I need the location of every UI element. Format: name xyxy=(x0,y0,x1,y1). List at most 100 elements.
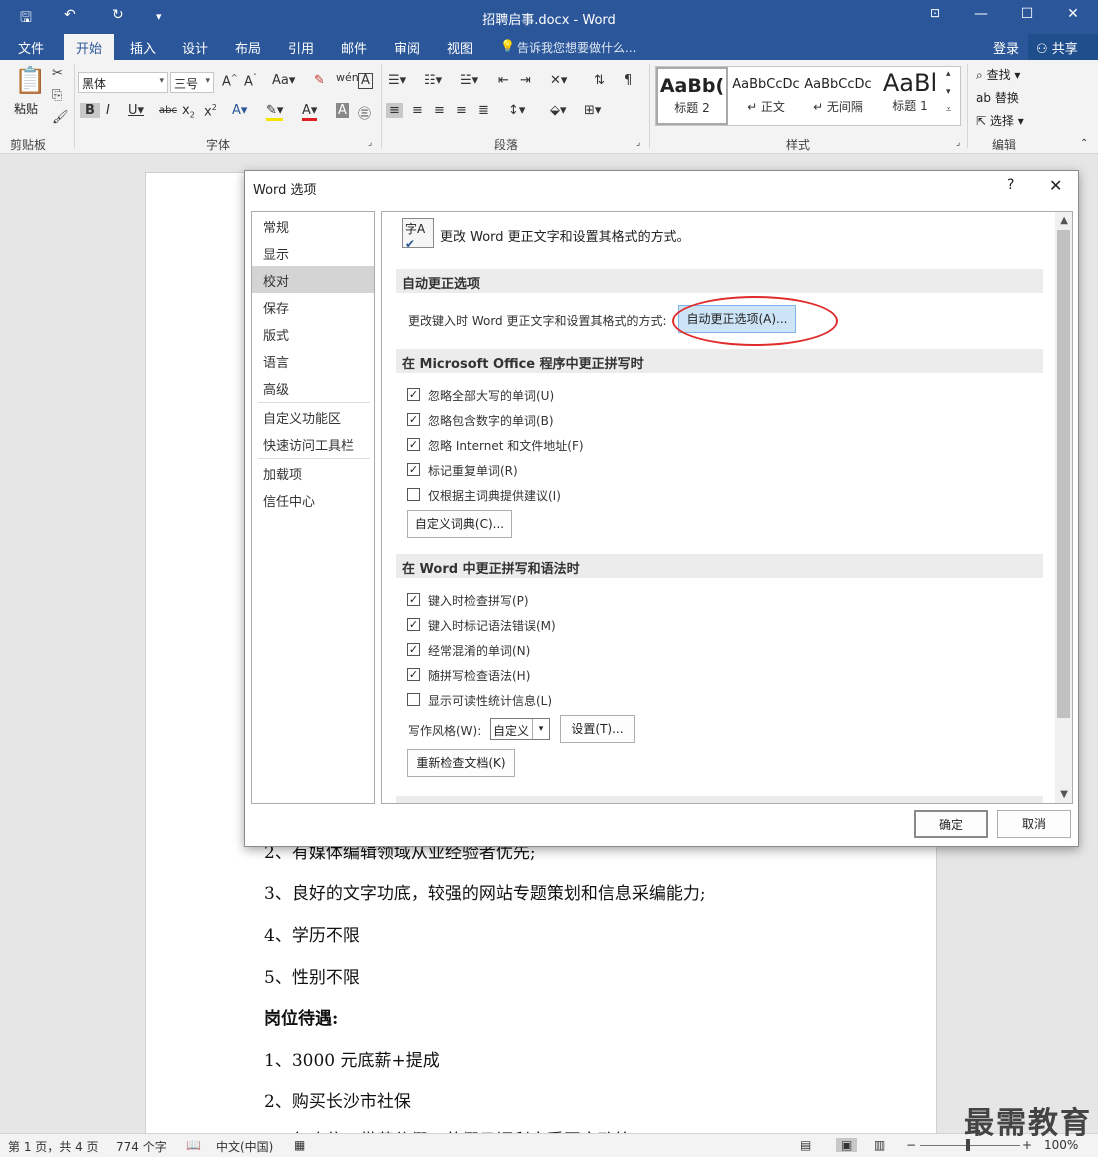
help-button[interactable]: ? xyxy=(1007,177,1014,193)
line-spacing-icon[interactable]: ↕▾ xyxy=(508,103,525,118)
align-center-icon[interactable]: ≡ xyxy=(412,103,423,118)
shading-icon[interactable]: ⬙▾ xyxy=(550,103,567,118)
checkbox-check-icon[interactable]: ✓ xyxy=(407,438,420,451)
bold-icon[interactable]: B xyxy=(80,103,100,118)
language-status[interactable]: 中文(中国) xyxy=(216,1138,273,1155)
tab-layout[interactable]: 布局 xyxy=(235,38,261,57)
zoom-out-icon[interactable]: − xyxy=(906,1138,916,1152)
share-button[interactable]: ⚇ 共享 xyxy=(1028,34,1098,60)
tab-mailings[interactable]: 邮件 xyxy=(341,38,367,57)
print-layout-icon[interactable]: ▣ xyxy=(836,1138,858,1152)
nav-addins[interactable]: 加载项 xyxy=(252,459,374,486)
tab-file[interactable]: 文件 xyxy=(18,38,44,57)
nav-language[interactable]: 语言 xyxy=(252,347,374,374)
styles-scroll-up-icon[interactable]: ▴ xyxy=(946,69,951,79)
maximize-icon[interactable]: ☐ xyxy=(1012,6,1042,22)
paste-button[interactable]: 粘贴 xyxy=(14,100,38,117)
styles-more-icon[interactable]: ⩡ xyxy=(946,105,951,115)
word-count[interactable]: 774 个字 xyxy=(116,1138,167,1155)
nav-display[interactable]: 显示 xyxy=(252,239,374,266)
text-effects-icon[interactable]: A▾ xyxy=(232,103,247,118)
copy-icon[interactable]: ⎘ xyxy=(52,88,62,103)
zoom-slider[interactable] xyxy=(920,1145,1020,1146)
checkbox-empty[interactable] xyxy=(407,693,420,706)
decrease-indent-icon[interactable]: ⇤ xyxy=(498,73,509,88)
ribbon-display-icon[interactable]: ⊡ xyxy=(920,6,950,20)
nav-save[interactable]: 保存 xyxy=(252,293,374,320)
tab-insert[interactable]: 插入 xyxy=(130,38,156,57)
distributed-icon[interactable]: ≣ xyxy=(478,103,489,118)
font-dialog-launcher-icon[interactable]: ⌟ xyxy=(368,138,372,148)
nav-customize-ribbon[interactable]: 自定义功能区 xyxy=(252,403,374,430)
read-mode-icon[interactable]: ▤ xyxy=(800,1138,811,1152)
style-heading1[interactable]: AaBl 标题 1 xyxy=(874,67,946,125)
checkbox-check-icon[interactable]: ✓ xyxy=(407,413,420,426)
enclose-char-icon[interactable]: ㊂ xyxy=(358,103,371,122)
increase-indent-icon[interactable]: ⇥ xyxy=(520,73,531,88)
align-right-icon[interactable]: ≡ xyxy=(434,103,445,118)
paragraph-dialog-launcher-icon[interactable]: ⌟ xyxy=(636,138,640,148)
strikethrough-icon[interactable]: abc xyxy=(159,105,177,116)
nav-general[interactable]: 常规 xyxy=(252,212,374,239)
style-normal[interactable]: AaBbCcDc ↵ 正文 xyxy=(730,67,802,125)
style-heading2[interactable]: AaBb(标题 2 xyxy=(656,67,728,125)
chinese-layout-icon[interactable]: ✕▾ xyxy=(550,73,567,88)
proofing-icon[interactable]: 📖 xyxy=(186,1138,201,1152)
style-no-spacing[interactable]: AaBbCcDc ↵ 无间隔 xyxy=(802,67,874,125)
sort-icon[interactable]: ⇅ xyxy=(594,73,605,88)
font-color-icon[interactable]: A▾ xyxy=(302,103,318,121)
subscript-icon[interactable]: x2 xyxy=(182,103,195,120)
settings-button[interactable]: 设置(T)... xyxy=(560,715,635,743)
writing-style-select[interactable]: 自定义 ▾ xyxy=(490,718,550,740)
nav-proofing[interactable]: 校对 xyxy=(252,266,374,293)
dialog-close-icon[interactable]: ✕ xyxy=(1049,176,1062,195)
replace-button[interactable]: ab 替换 xyxy=(976,89,1019,106)
shrink-font-icon[interactable]: Aˇ xyxy=(244,73,257,89)
scroll-up-icon[interactable]: ▲ xyxy=(1060,215,1068,226)
tab-review[interactable]: 审阅 xyxy=(394,38,420,57)
checkbox-check-icon[interactable]: ✓ xyxy=(407,643,420,656)
superscript-icon[interactable]: x2 xyxy=(204,103,217,119)
checkbox-check-icon[interactable]: ✓ xyxy=(407,388,420,401)
checkbox-check-icon[interactable]: ✓ xyxy=(407,463,420,476)
styles-dialog-launcher-icon[interactable]: ⌟ xyxy=(956,138,960,148)
clear-format-icon[interactable]: ✎ xyxy=(314,73,325,88)
nav-quick-access[interactable]: 快速访问工具栏 xyxy=(252,430,374,457)
ok-button[interactable]: 确定 xyxy=(914,810,988,838)
borders-icon[interactable]: ⊞▾ xyxy=(584,103,601,118)
show-marks-icon[interactable]: ¶ xyxy=(624,73,632,88)
recheck-document-button[interactable]: 重新检查文档(K) xyxy=(407,749,515,777)
phonetic-guide-icon[interactable]: wén xyxy=(336,71,359,84)
tab-view[interactable]: 视图 xyxy=(447,38,473,57)
char-shading-icon[interactable]: A xyxy=(336,103,349,118)
align-left-icon[interactable]: ≡ xyxy=(386,103,403,118)
cancel-button[interactable]: 取消 xyxy=(997,810,1071,838)
grow-font-icon[interactable]: A^ xyxy=(222,73,238,89)
panel-scrollbar[interactable]: ▲ ▼ xyxy=(1055,212,1072,803)
nav-advanced[interactable]: 高级 xyxy=(252,374,374,401)
checkbox-check-icon[interactable]: ✓ xyxy=(407,618,420,631)
bullets-icon[interactable]: ☰▾ xyxy=(388,73,406,88)
macro-icon[interactable]: ▦ xyxy=(294,1138,305,1152)
nav-typography[interactable]: 版式 xyxy=(252,320,374,347)
font-size-select[interactable]: 三号 ▾ xyxy=(170,72,214,93)
signin-link[interactable]: 登录 xyxy=(993,38,1019,57)
checkbox-check-icon[interactable]: ✓ xyxy=(407,593,420,606)
underline-icon[interactable]: U▾ xyxy=(128,103,144,118)
web-layout-icon[interactable]: ▥ xyxy=(874,1138,885,1152)
change-case-icon[interactable]: Aa▾ xyxy=(272,73,295,88)
collapse-ribbon-icon[interactable]: ⌃ xyxy=(1080,138,1088,149)
close-icon[interactable]: ✕ xyxy=(1058,6,1088,22)
nav-trust-center[interactable]: 信任中心 xyxy=(252,486,374,513)
tab-design[interactable]: 设计 xyxy=(182,38,208,57)
find-button[interactable]: ⌕ 查找 ▾ xyxy=(976,66,1020,83)
tab-home[interactable]: 开始 xyxy=(64,34,115,60)
tab-references[interactable]: 引用 xyxy=(288,38,314,57)
checkbox-check-icon[interactable]: ✓ xyxy=(407,668,420,681)
select-button[interactable]: ⇱ 选择 ▾ xyxy=(976,112,1024,129)
numbering-icon[interactable]: ☷▾ xyxy=(424,73,442,88)
styles-scroll-down-icon[interactable]: ▾ xyxy=(946,87,951,97)
cut-icon[interactable]: ✂ xyxy=(52,66,63,81)
format-painter-icon[interactable]: 🖌 xyxy=(52,110,69,125)
scroll-down-icon[interactable]: ▼ xyxy=(1060,789,1068,800)
